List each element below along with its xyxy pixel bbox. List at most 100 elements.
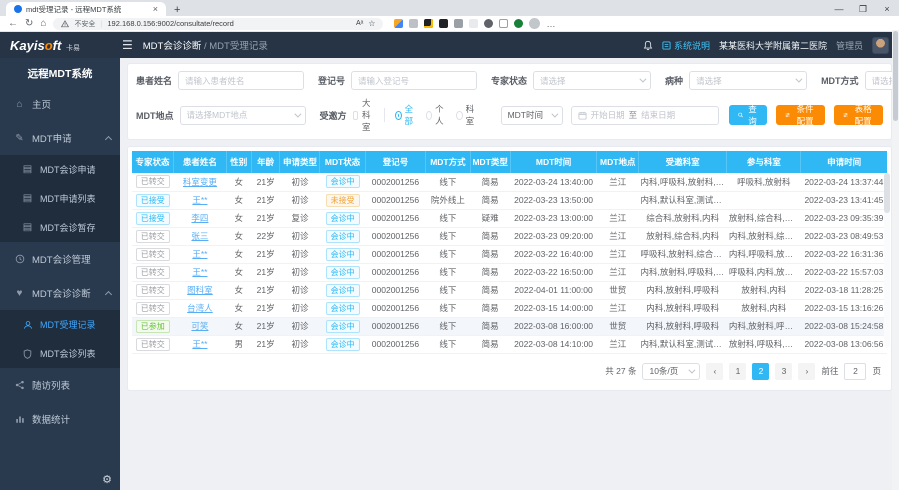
sidebar-item-mdt-apply-list[interactable]: ▤ MDT申请列表: [0, 184, 120, 213]
goto-page-input[interactable]: [844, 363, 866, 380]
extension-icon-2[interactable]: [424, 19, 433, 28]
mdt-status-tag: 会诊中: [326, 212, 360, 225]
apply-type-cell: 初诊: [280, 173, 320, 191]
patient-name-cell: 李四: [174, 209, 227, 227]
sidebar-group-mdt-apply[interactable]: ✎ MDT申请: [0, 121, 120, 155]
sidebar-item-mdt-consult-draft[interactable]: ▤ MDT会诊暂存: [0, 213, 120, 242]
tab-close-icon[interactable]: ×: [153, 4, 158, 14]
page-button-1[interactable]: 1: [729, 363, 746, 380]
table-row[interactable]: 已转交图科室女21岁初诊会诊中0002001256线下简易2022-04-01 …: [132, 281, 887, 299]
patient-name-link[interactable]: 科室变更: [183, 177, 217, 187]
favorite-star-icon[interactable]: ☆: [368, 19, 375, 28]
mdt-place-cell: 兰江: [597, 209, 639, 227]
sidebar-item-mdt-accept-record[interactable]: MDT受理记录: [0, 310, 120, 339]
table-row[interactable]: 已参加可笑女21岁初诊会诊中0002001256线下简易2022-03-08 1…: [132, 317, 887, 335]
filter-panel: 患者姓名 登记号 专家状态 请选择 病种: [127, 63, 892, 140]
reg-no-input[interactable]: [351, 71, 477, 90]
notification-bell-icon[interactable]: [643, 40, 653, 51]
table-row[interactable]: 已接受王**女21岁初诊未接受0002001256院外线上简易2022-03-2…: [132, 191, 887, 209]
mdt-place-select[interactable]: 请选择MDT地点: [180, 106, 306, 125]
gender-cell: 女: [226, 209, 251, 227]
extension-icon-5[interactable]: [469, 19, 478, 28]
page-size-select[interactable]: 10条/页: [642, 363, 700, 380]
table-row[interactable]: 已转交科室变更女21岁初诊会诊中0002001256线下简易2022-03-24…: [132, 173, 887, 191]
reload-icon[interactable]: ↻: [25, 18, 33, 29]
table-scrollbar[interactable]: [884, 173, 890, 348]
patient-name-link[interactable]: 王**: [192, 249, 207, 259]
expert-status-cell: 已转交: [132, 227, 174, 245]
window-close-button[interactable]: ×: [875, 2, 899, 16]
prev-page-button[interactable]: ‹: [706, 363, 723, 380]
breadcrumb-root[interactable]: MDT会诊诊断: [143, 41, 202, 52]
condition-config-button[interactable]: 条件配置: [776, 105, 825, 125]
system-help-link[interactable]: 系统说明: [662, 39, 710, 52]
table-row[interactable]: 已接受李四女21岁复诊会诊中0002001256线下疑难2022-03-23 1…: [132, 209, 887, 227]
page-button-2[interactable]: 2: [752, 363, 769, 380]
table-row[interactable]: 已转交王**男21岁初诊会诊中0002001256线下简易2022-03-08 …: [132, 335, 887, 353]
window-minimize-button[interactable]: —: [827, 2, 851, 16]
extension-icon-4[interactable]: [454, 19, 463, 28]
collapse-sidebar-icon[interactable]: ☰: [122, 38, 133, 52]
table-row[interactable]: 已转交王**女21岁初诊会诊中0002001256线下简易2022-03-22 …: [132, 245, 887, 263]
url-box[interactable]: 不安全 | 192.168.0.156:9002/consultate/reco…: [53, 18, 383, 30]
home-icon[interactable]: ⌂: [40, 18, 46, 29]
patient-name-link[interactable]: 王**: [192, 267, 207, 277]
radio-personal[interactable]: 个人: [426, 103, 447, 127]
browser-essentials-icon[interactable]: [514, 19, 523, 28]
radio-dept[interactable]: 科室: [456, 103, 477, 127]
reg-no-cell: 0002001256: [365, 299, 425, 317]
date-range-picker[interactable]: 开始日期 至 结束日期: [571, 106, 719, 125]
window-maximize-button[interactable]: ❐: [851, 2, 875, 16]
collections-icon[interactable]: [409, 19, 418, 28]
browser-tab[interactable]: mdt受理记录 - 远程MDT系统 ×: [6, 2, 166, 16]
search-button[interactable]: 查询: [729, 105, 768, 125]
user-avatar[interactable]: [872, 37, 889, 54]
patient-name-link[interactable]: 图科室: [187, 285, 213, 295]
new-tab-button[interactable]: +: [174, 4, 180, 16]
patient-name-link[interactable]: 张三: [191, 231, 208, 241]
sidebar-item-followup-list[interactable]: 随访列表: [0, 368, 120, 402]
next-page-button[interactable]: ›: [798, 363, 815, 380]
patient-name-link[interactable]: 王**: [192, 339, 207, 349]
patient-name-link[interactable]: 台湾人: [187, 303, 213, 313]
mdt-status-cell: 会诊中: [320, 263, 365, 281]
disease-select[interactable]: 请选择: [689, 71, 807, 90]
split-screen-icon[interactable]: [499, 19, 508, 28]
sidebar-item-statistics[interactable]: 数据统计: [0, 402, 120, 436]
extension-icon-1[interactable]: [394, 19, 403, 28]
mdt-mode-cell: 线下: [426, 173, 471, 191]
sync-icon[interactable]: [484, 19, 493, 28]
browser-profile-icon[interactable]: [529, 18, 540, 29]
sidebar-item-mdt-consult-apply[interactable]: ▤ MDT会诊申请: [0, 155, 120, 184]
table-row[interactable]: 已转交张三女22岁初诊会诊中0002001256线下简易2022-03-23 0…: [132, 227, 887, 245]
patient-name-input[interactable]: [178, 71, 304, 90]
major-dept-checkbox[interactable]: 大科室: [353, 97, 375, 133]
sidebar-group-mdt-diagnosis[interactable]: ♥ MDT会诊诊断: [0, 276, 120, 310]
table-row[interactable]: 已转交王**女21岁初诊会诊中0002001256线下简易2022-03-22 …: [132, 263, 887, 281]
divider: [384, 108, 385, 122]
sidebar-item-mdt-manage[interactable]: MDT会诊管理: [0, 242, 120, 276]
patient-name-link[interactable]: 可笑: [191, 321, 208, 331]
column-header: 受邀科室: [639, 151, 727, 173]
gear-icon[interactable]: ⚙: [102, 473, 112, 486]
joined-depts-cell: 内科,放射科,呼吸科,测试科室: [727, 317, 801, 335]
time-field-select[interactable]: MDT时间: [501, 106, 563, 125]
radio-icon: [395, 111, 402, 120]
mdt-status-tag: 会诊中: [326, 338, 360, 351]
read-aloud-icon[interactable]: Aᵃ: [356, 20, 363, 27]
table-row[interactable]: 已转交台湾人女21岁初诊会诊中0002001256线下简易2022-03-15 …: [132, 299, 887, 317]
joined-depts-cell: [727, 191, 801, 209]
sidebar-item-home[interactable]: ⌂ 主页: [0, 87, 120, 121]
page-scrollbar[interactable]: [892, 30, 899, 490]
more-menu-icon[interactable]: …: [546, 19, 555, 29]
patient-name-link[interactable]: 王**: [192, 195, 207, 205]
patient-name-link[interactable]: 李四: [191, 213, 208, 223]
page-button-3[interactable]: 3: [775, 363, 792, 380]
extension-icon-3[interactable]: [439, 19, 448, 28]
radio-all[interactable]: 全部: [395, 103, 416, 127]
record-table: 专家状态患者姓名性别年龄申请类型MDT状态登记号MDT方式MDT类型MDT时间M…: [132, 151, 887, 354]
expert-status-select[interactable]: 请选择: [533, 71, 651, 90]
back-icon[interactable]: ←: [8, 18, 18, 29]
sidebar-item-mdt-consult-list[interactable]: MDT会诊列表: [0, 339, 120, 368]
table-config-button[interactable]: 表格配置: [834, 105, 883, 125]
